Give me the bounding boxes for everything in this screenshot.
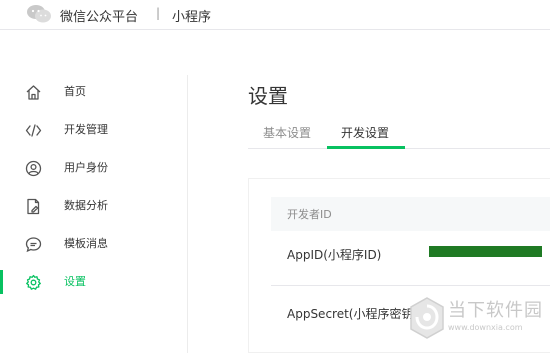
active-indicator [0,270,3,294]
active-tab-indicator [327,146,405,149]
sidebar-item-user-identity[interactable]: 用户身份 [0,149,187,187]
panel-header-title: 开发者ID [287,208,332,221]
panel-header: 开发者ID [271,197,550,231]
sidebar-item-label: 模板消息 [64,237,108,250]
code-icon [25,124,42,137]
sidebar-item-label: 开发管理 [64,123,108,136]
sidebar-item-label: 设置 [64,275,86,288]
tab-basic-settings[interactable]: 基本设置 [263,124,311,141]
gear-icon [26,274,41,290]
platform-name[interactable]: 微信公众平台 [60,6,138,25]
appid-value-redacted [429,246,542,257]
sidebar-divider [187,75,188,353]
header-separator: | [156,6,161,20]
user-icon [25,160,42,177]
sidebar-item-home[interactable]: 首页 [0,73,187,111]
site-watermark: 当下软件园 www.downxia.com [408,296,550,353]
sidebar-nav: 首页 开发管理 用户身份 数据分析 模板消息 设置 [0,73,187,301]
appid-label: AppID(小程序ID) [287,248,382,262]
sidebar-item-label: 首页 [64,85,86,98]
chat-bubble-icon [25,237,42,253]
tab-dev-settings[interactable]: 开发设置 [341,124,389,141]
settings-tabs: 基本设置 开发设置 [248,118,550,149]
downxia-logo-icon [410,297,444,339]
top-bar: 微信公众平台 | 小程序 [0,0,550,30]
appsecret-label: AppSecret(小程序密钥) [287,307,419,321]
wechat-logo-icon [27,5,51,23]
watermark-url: www.downxia.com [448,323,523,332]
sidebar-item-label: 数据分析 [64,199,108,212]
sidebar-item-template-messages[interactable]: 模板消息 [0,225,187,263]
sidebar-item-settings[interactable]: 设置 [0,263,187,301]
product-name: 小程序 [172,10,212,25]
sidebar-item-dev-management[interactable]: 开发管理 [0,111,187,149]
watermark-title: 当下软件园 [448,300,543,321]
row-divider [271,285,550,286]
sidebar-item-data-analysis[interactable]: 数据分析 [0,187,187,225]
page-title: 设置 [248,84,288,108]
document-edit-icon [27,198,40,215]
home-icon [26,85,41,100]
sidebar-item-label: 用户身份 [64,161,108,174]
